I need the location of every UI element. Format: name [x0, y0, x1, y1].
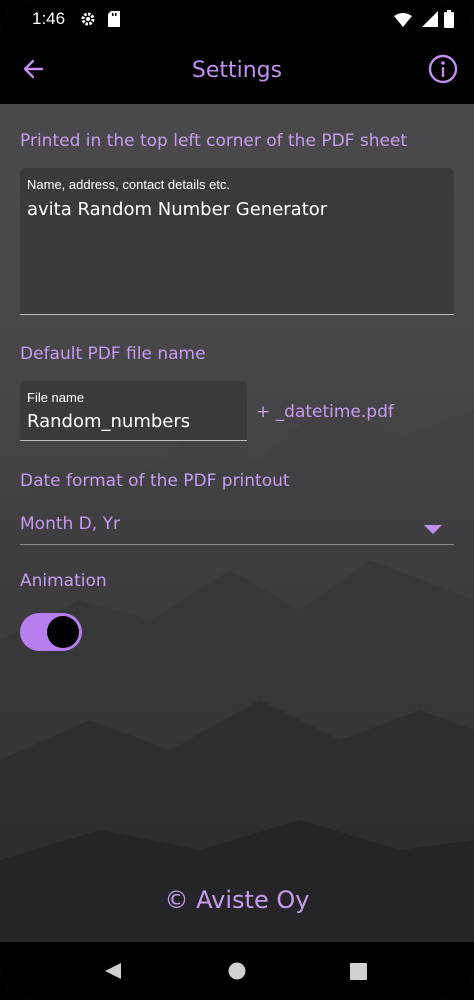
status-bar: 1:46 — [0, 0, 474, 38]
nav-home-icon[interactable] — [228, 962, 246, 984]
header-field-value[interactable]: avita Random Number Generator — [27, 199, 327, 220]
header-field-label: Name, address, contact details etc. — [27, 177, 231, 192]
page-title: Settings — [191, 58, 283, 83]
date-format-value: Month D, Yr — [20, 514, 120, 534]
file-name-field[interactable]: File name Random_numbers — [20, 381, 247, 441]
copyright-text: © Aviste Oy — [164, 886, 310, 914]
animation-toggle[interactable] — [20, 613, 82, 651]
status-time: 1:46 — [32, 9, 66, 28]
phone-screen: 1:46 Settings Printed in the top left co… — [0, 0, 474, 1000]
nav-back-icon[interactable] — [104, 962, 122, 984]
sd-card-icon — [108, 11, 120, 31]
date-section-label: Date format of the PDF printout — [20, 471, 290, 491]
toggle-knob — [47, 616, 79, 648]
settings-gear-icon — [80, 11, 96, 31]
info-icon[interactable] — [428, 54, 458, 88]
navigation-bar — [0, 942, 474, 1000]
file-name-field-label: File name — [27, 390, 85, 405]
date-format-dropdown[interactable]: Month D, Yr — [20, 510, 454, 545]
file-name-suffix: + _datetime.pdf — [256, 402, 394, 422]
signal-icon — [422, 11, 438, 31]
file-name-field-value[interactable]: Random_numbers — [27, 411, 190, 432]
battery-icon — [444, 10, 454, 32]
header-text-field[interactable]: Name, address, contact details etc. avit… — [20, 168, 454, 315]
nav-recent-apps-icon[interactable] — [350, 963, 368, 985]
dropdown-arrow-icon — [424, 520, 442, 539]
app-bar: Settings — [0, 38, 474, 104]
wifi-icon — [394, 12, 412, 31]
animation-label: Animation — [20, 571, 107, 591]
header-section-label: Printed in the top left corner of the PD… — [20, 131, 408, 151]
file-section-label: Default PDF file name — [20, 344, 206, 364]
